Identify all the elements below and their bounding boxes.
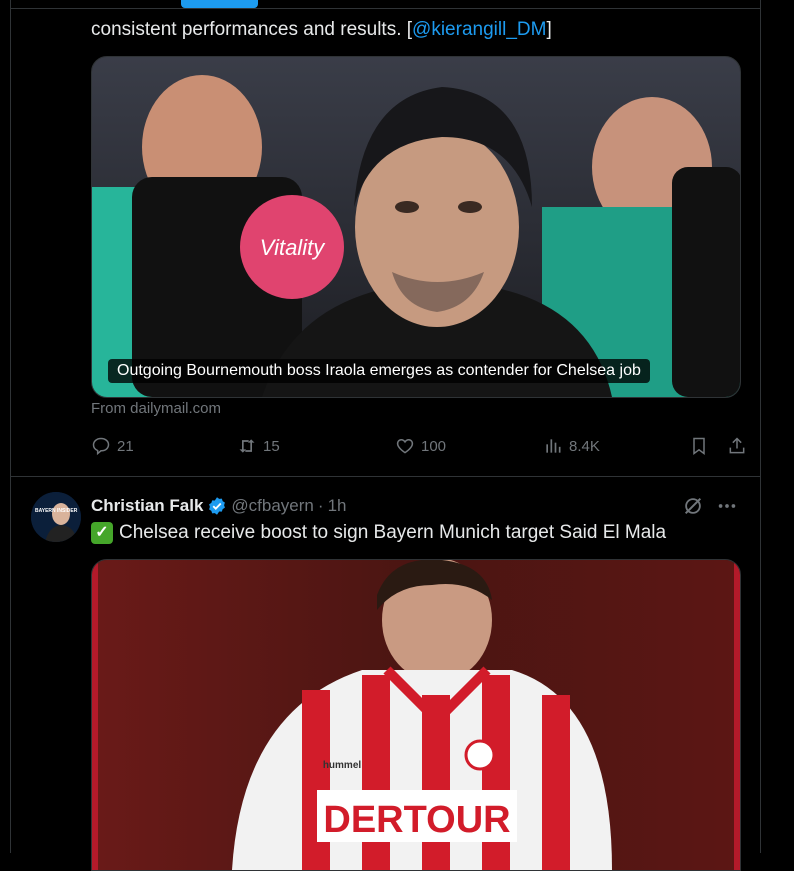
card-source[interactable]: From dailymail.com [91,400,221,417]
bookmark-icon [693,437,705,455]
like-icon [396,438,414,454]
verified-icon [209,497,226,515]
reply-icon [92,437,110,456]
tweet-divider [11,476,760,477]
check-emoji-icon: ✓ [91,522,113,544]
tweet-actions: 21 15 100 8.4K [91,436,751,462]
tweet-photo: DERTOUR hummel [92,560,740,870]
tweet-text: ✓ Chelsea receive boost to sign Bayern M… [91,519,666,547]
tweet-text-suffix: ] [546,19,552,40]
tweet-text: consistent performances and results. [@k… [91,0,731,44]
time-separator: · [317,496,324,515]
shirt-brand-text: hummel [323,760,362,771]
tweet-header: Christian Falk @cfbayern · 1h [91,494,346,518]
avatar-image: BAYERN INSIDER [31,492,81,542]
tweet-media[interactable]: DERTOUR hummel [91,559,741,871]
tweet-text-body: Chelsea receive boost to sign Bayern Mun… [119,522,667,543]
share-button[interactable] [727,436,747,456]
handle[interactable]: @cfbayern [231,496,313,516]
share-icon [729,437,745,454]
repost-icon [239,439,255,453]
mention-link[interactable]: @kierangill_DM [412,19,546,40]
reply-count: 21 [117,437,134,455]
repost-count: 15 [263,437,280,455]
card-photo: Vitality [92,57,740,397]
views-icon [546,439,561,453]
sponsor-logo: Vitality [260,235,326,260]
timeline-column: consistent performances and results. [@k… [10,0,761,871]
views-button[interactable]: 8.4K [543,436,600,456]
more-icon[interactable] [716,495,738,517]
avatar-text: BAYERN INSIDER [35,508,78,514]
tweet-text-clipped-line [91,0,731,16]
bookmark-button[interactable] [689,436,709,456]
display-name[interactable]: Christian Falk [91,496,203,516]
timestamp[interactable]: 1h [328,496,347,516]
grok-icon[interactable] [682,495,704,517]
link-card-image[interactable]: Vitality Outgoing Bournemouth boss Iraol… [91,56,741,398]
reply-button[interactable]: 21 [91,436,134,456]
card-caption: Outgoing Bournemouth boss Iraola emerges… [108,359,650,383]
repost-button[interactable]: 15 [237,436,280,456]
tweet-text-line: consistent performances and results. [ [91,19,413,40]
shirt-sponsor-text: DERTOUR [323,799,510,841]
like-count: 100 [421,437,447,455]
like-button[interactable]: 100 [395,436,446,456]
avatar[interactable]: BAYERN INSIDER [31,492,81,542]
views-count: 8.4K [569,437,600,455]
